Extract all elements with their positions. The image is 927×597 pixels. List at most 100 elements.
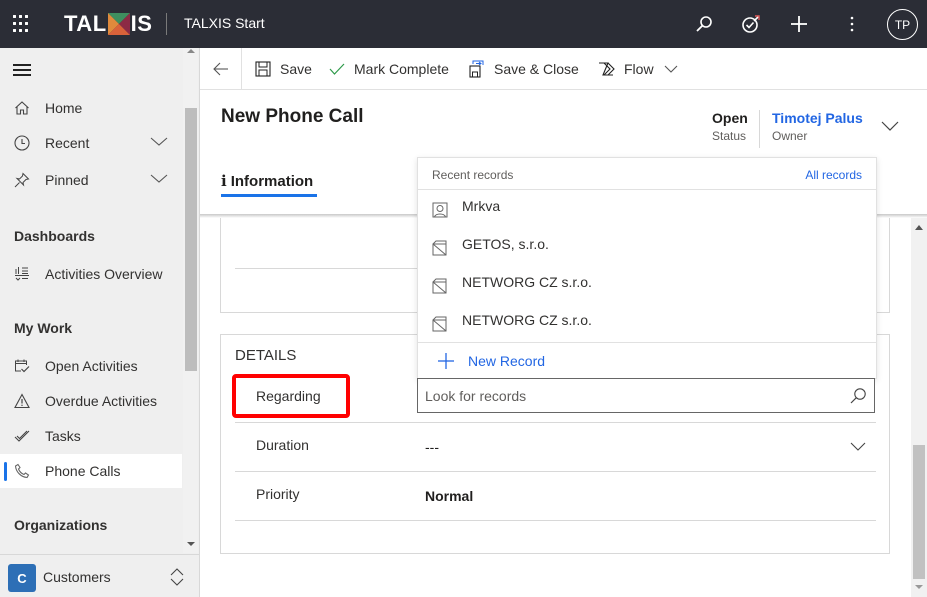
sidebar-item-recent[interactable]: Recent — [0, 126, 182, 160]
more-icon[interactable] — [840, 12, 864, 36]
save-close-label: Save & Close — [494, 60, 579, 77]
scroll-down-arrow-icon[interactable] — [915, 585, 923, 589]
flow-button[interactable]: Flow — [598, 48, 654, 89]
account-icon — [432, 316, 447, 332]
chevron-up-down-icon — [170, 568, 184, 586]
sidebar-item-overdue-activities[interactable]: Overdue Activities — [0, 384, 182, 418]
sidebar-item-tasks[interactable]: Tasks — [0, 419, 182, 453]
annotation-highlight-box — [232, 374, 350, 418]
dashboard-icon — [13, 265, 31, 283]
header-divider — [759, 110, 760, 148]
save-close-icon — [468, 60, 486, 78]
chevron-down-icon — [664, 65, 678, 73]
flyout-header: Recent records All records — [418, 158, 876, 190]
record-name: Mrkva — [462, 198, 501, 214]
status-field: Open Status — [712, 110, 748, 143]
field-label-priority: Priority — [256, 486, 300, 502]
back-button[interactable] — [200, 48, 242, 89]
header-expand-chevron-icon[interactable] — [881, 120, 899, 132]
assistant-icon[interactable] — [739, 12, 763, 36]
regarding-lookup-field[interactable] — [417, 378, 875, 413]
lookup-search-input[interactable] — [418, 379, 838, 412]
status-value: Open — [712, 110, 748, 126]
pin-icon — [13, 171, 31, 189]
scroll-down-arrow-icon[interactable] — [187, 542, 195, 546]
owner-link[interactable]: Timotej Palus — [772, 110, 863, 126]
logo-text-left: TAL — [64, 11, 107, 36]
main-scrollbar[interactable] — [911, 218, 927, 597]
tab-label: Information — [230, 173, 314, 190]
mark-complete-button[interactable]: Mark Complete — [328, 48, 449, 89]
recent-records-label: Recent records — [432, 168, 514, 182]
sidebar-item-home[interactable]: Home — [0, 91, 182, 125]
all-records-link[interactable]: All records — [805, 168, 862, 182]
sidebar-item-label: Tasks — [45, 428, 81, 444]
mark-complete-label: Mark Complete — [354, 60, 449, 77]
logo-x-icon — [107, 13, 130, 35]
priority-value[interactable]: Normal — [425, 488, 473, 504]
lookup-record-item[interactable]: GETOS, s.r.o. — [418, 228, 876, 266]
back-arrow-icon — [212, 62, 228, 75]
save-icon — [254, 60, 272, 78]
app-title[interactable]: TALXIS Start — [184, 15, 265, 31]
hamburger-menu-icon[interactable] — [13, 64, 31, 76]
sidebar-item-label: Pinned — [45, 172, 89, 188]
sidebar-item-pinned[interactable]: Pinned — [0, 163, 182, 197]
sidebar: Home Recent Pinned Dashboards Activities… — [0, 48, 200, 597]
tab-information[interactable]: i Information — [221, 172, 313, 190]
lookup-record-item[interactable]: NETWORG CZ s.r.o. — [418, 304, 876, 342]
contact-icon — [432, 202, 448, 218]
sidebar-item-activities-overview[interactable]: Activities Overview — [0, 257, 182, 291]
area-label: Customers — [43, 569, 111, 585]
clock-icon — [13, 134, 31, 152]
flow-icon — [598, 60, 616, 78]
warning-icon — [13, 392, 31, 410]
search-icon[interactable] — [692, 12, 716, 36]
lookup-record-item[interactable]: NETWORG CZ s.r.o. — [418, 266, 876, 304]
checkmark-icon — [328, 60, 346, 78]
chevron-down-icon[interactable] — [150, 135, 168, 149]
field-row-priority[interactable]: Priority Normal — [235, 473, 876, 521]
lookup-flyout: Recent records All records Mrkva GETOS, … — [417, 157, 877, 379]
save-button[interactable]: Save — [254, 48, 312, 89]
user-avatar[interactable]: TP — [887, 9, 918, 40]
search-icon[interactable] — [849, 387, 867, 405]
scroll-up-arrow-icon[interactable] — [915, 225, 923, 230]
lookup-record-item[interactable]: Mrkva — [418, 190, 876, 228]
info-icon: i — [221, 172, 227, 190]
home-icon — [13, 99, 31, 117]
account-icon — [432, 278, 447, 294]
section-title: DETAILS — [235, 347, 297, 364]
save-close-button[interactable]: Save & Close — [468, 48, 579, 89]
status-label: Status — [712, 129, 747, 143]
field-row-duration[interactable]: Duration --- — [235, 424, 876, 472]
command-bar: Save Mark Complete Save & Close Flow — [200, 48, 927, 90]
title-divider — [166, 13, 167, 35]
record-name: NETWORG CZ s.r.o. — [462, 312, 592, 328]
sidebar-item-open-activities[interactable]: Open Activities — [0, 349, 182, 383]
area-badge: C — [8, 564, 36, 592]
calendar-check-icon — [13, 357, 31, 375]
field-label-duration: Duration — [256, 437, 309, 453]
phone-icon — [13, 462, 31, 480]
scrollbar-thumb[interactable] — [913, 445, 925, 579]
record-name: GETOS, s.r.o. — [462, 236, 549, 252]
plus-icon — [438, 353, 454, 369]
app-launcher-icon[interactable] — [13, 15, 31, 33]
chevron-down-icon[interactable] — [850, 441, 866, 451]
new-record-button[interactable]: New Record — [418, 342, 876, 380]
scrollbar-thumb[interactable] — [185, 108, 197, 371]
flow-dropdown-button[interactable] — [664, 48, 678, 89]
duration-value[interactable]: --- — [425, 439, 439, 455]
sidebar-scrollbar[interactable] — [183, 48, 198, 553]
scroll-up-arrow-icon[interactable] — [187, 49, 195, 53]
group-title-my-work: My Work — [14, 320, 73, 336]
sidebar-item-label: Open Activities — [45, 358, 138, 374]
owner-field: Timotej Palus Owner — [772, 110, 863, 143]
new-icon[interactable] — [787, 12, 811, 36]
chevron-down-icon[interactable] — [150, 172, 168, 186]
area-switcher[interactable]: C Customers — [0, 554, 199, 597]
sidebar-item-label: Phone Calls — [45, 463, 121, 479]
talxis-logo[interactable]: TAL IS — [64, 11, 152, 37]
sidebar-item-phone-calls[interactable]: Phone Calls — [0, 454, 182, 488]
